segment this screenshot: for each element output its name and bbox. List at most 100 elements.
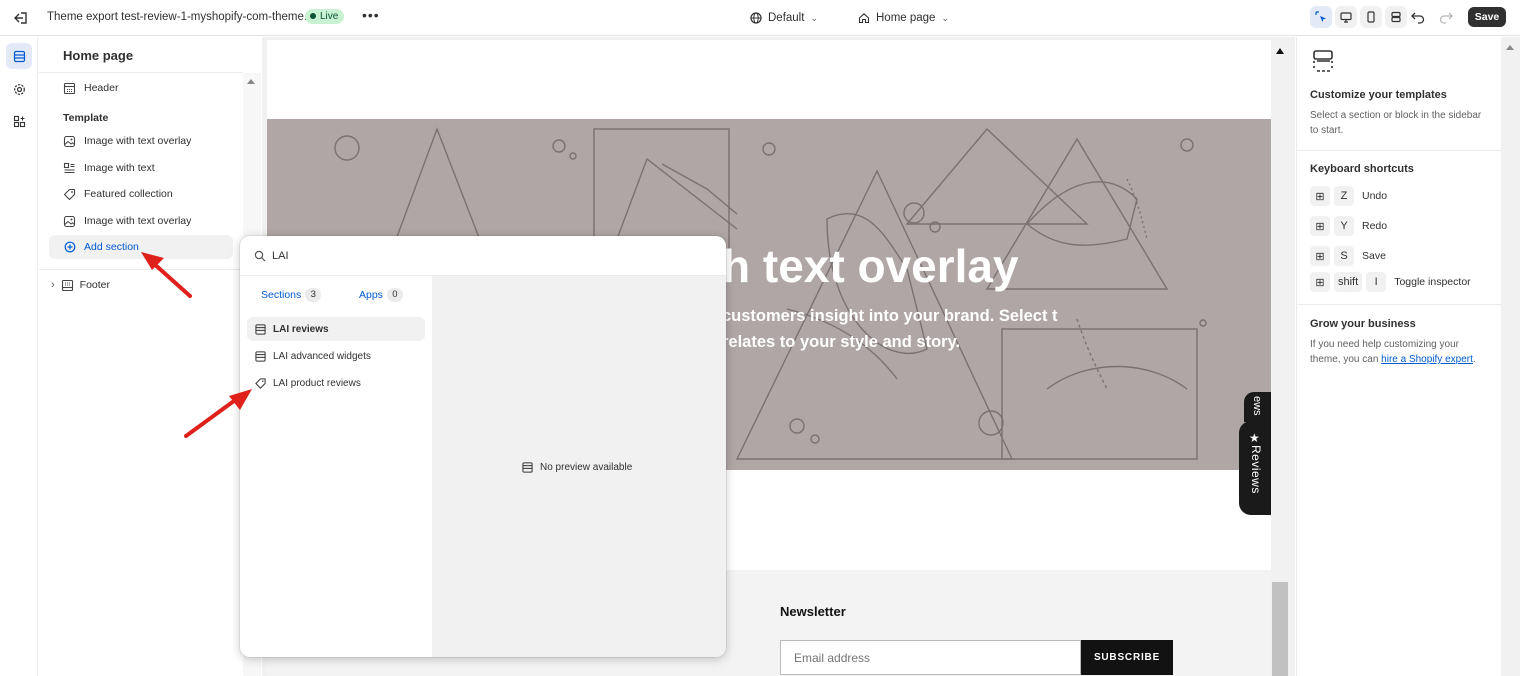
search-icon — [254, 250, 266, 262]
sidebar-item-image-with-text-overlay-2[interactable]: Image with text overlay — [63, 211, 191, 231]
tab-sections[interactable]: Sections 3 — [261, 288, 322, 302]
section-search — [240, 236, 726, 276]
inspector-heading: Customize your templates — [1310, 89, 1447, 101]
subscribe-button[interactable]: SUBSCRIBE — [1081, 640, 1173, 675]
tab-label: Sections — [261, 289, 302, 301]
rail-settings-button[interactable] — [6, 76, 32, 102]
inspector-scrollbar[interactable] — [1501, 37, 1520, 676]
undo-icon[interactable] — [1410, 9, 1426, 25]
divider — [1297, 304, 1502, 305]
sections-icon — [13, 50, 25, 62]
sidebar-item-image-with-text-overlay[interactable]: Image with text overlay — [63, 131, 191, 151]
scroll-up-arrow-icon[interactable] — [1506, 45, 1514, 50]
template-sections-icon — [1313, 50, 1333, 72]
sidebar-item-header[interactable]: Header — [63, 78, 118, 98]
section-icon — [255, 323, 266, 335]
no-preview-label: No preview available — [540, 462, 633, 473]
key-cmd-icon: ⊞ — [1310, 272, 1330, 292]
grow-heading: Grow your business — [1310, 318, 1416, 330]
sections-icon — [1391, 11, 1401, 23]
result-label: LAI product reviews — [273, 377, 361, 389]
live-badge: Live — [305, 9, 345, 24]
chevron-down-icon: ⌄ — [941, 12, 950, 23]
tag-icon — [63, 188, 76, 200]
reviews-tab-small-label: ews — [1251, 396, 1263, 416]
mobile-icon — [1367, 11, 1375, 23]
inspector-panel: Customize your templates Select a sectio… — [1296, 37, 1502, 676]
header-icon — [63, 82, 76, 94]
hire-expert-link[interactable]: hire a Shopify expert — [1381, 354, 1473, 365]
preview-scrollbar[interactable] — [1272, 40, 1290, 676]
count-badge: 3 — [305, 288, 322, 302]
chevron-right-icon[interactable]: › — [51, 279, 55, 291]
scroll-thumb[interactable] — [1272, 582, 1288, 676]
redo-icon[interactable] — [1438, 9, 1454, 25]
image-text-icon — [63, 162, 75, 173]
live-badge-label: Live — [320, 11, 339, 22]
mobile-view-button[interactable] — [1360, 6, 1382, 28]
exit-icon[interactable] — [12, 9, 30, 27]
shortcut-toggle-inspector: ⊞ shift I Toggle inspector — [1310, 272, 1471, 292]
key: S — [1334, 246, 1354, 266]
popover-tabs: Sections 3 Apps 0 — [240, 276, 432, 312]
reviews-tab-small[interactable]: ews — [1244, 392, 1271, 422]
key-cmd-icon: ⊞ — [1310, 216, 1330, 236]
cursor-select-icon — [1314, 10, 1326, 22]
tag-icon — [255, 377, 266, 389]
shortcut-undo: ⊞ Z Undo — [1310, 186, 1387, 206]
sidebar-item-label: Footer — [79, 279, 111, 291]
reviews-tab-label: Reviews — [1249, 445, 1263, 494]
key: Y — [1334, 216, 1354, 236]
newsletter-title: Newsletter — [780, 604, 846, 619]
sidebar-item-image-with-text[interactable]: Image with text — [63, 158, 155, 178]
more-actions-button[interactable]: ••• — [362, 7, 380, 23]
result-label: LAI advanced widgets — [273, 350, 371, 362]
theme-selector[interactable]: Default ⌄ — [750, 9, 818, 27]
fullscreen-view-button[interactable] — [1385, 6, 1407, 28]
section-preview-pane: No preview available — [432, 276, 726, 657]
key-cmd-icon: ⊞ — [1310, 186, 1330, 206]
sidebar-item-label: Featured collection — [84, 188, 173, 200]
page-selector-label: Home page — [876, 12, 936, 24]
sections-sidebar: Home page Header Template Image with tex… — [39, 37, 261, 676]
grow-text-end: . — [1472, 354, 1476, 365]
scroll-up-arrow-icon[interactable] — [1276, 48, 1284, 54]
reviews-tab[interactable]: ★ Reviews — [1239, 421, 1271, 515]
shortcut-save: ⊞ S Save — [1310, 246, 1386, 266]
sidebar-item-footer[interactable]: › Footer — [51, 275, 110, 295]
result-lai-reviews[interactable]: LAI reviews — [247, 317, 425, 341]
save-button[interactable]: Save — [1468, 7, 1506, 27]
page-selector[interactable]: Home page ⌄ — [858, 9, 949, 27]
image-overlay-icon — [63, 215, 76, 227]
theme-title: Theme export test-review-1-myshopify-com… — [47, 11, 314, 23]
tab-apps[interactable]: Apps 0 — [359, 288, 403, 302]
image-overlay-icon — [63, 135, 76, 147]
home-icon — [858, 13, 870, 24]
scroll-up-arrow-icon[interactable] — [247, 79, 255, 84]
desktop-view-button[interactable] — [1335, 6, 1357, 28]
top-bar: Theme export test-review-1-myshopify-com… — [0, 0, 1520, 36]
result-lai-product-reviews[interactable]: LAI product reviews — [247, 371, 425, 395]
gear-icon — [13, 83, 25, 95]
inspector-toggle-button[interactable] — [1310, 6, 1332, 28]
inspector-description: Select a section or block in the sidebar… — [1310, 110, 1482, 136]
add-section-label: Add section — [84, 241, 139, 253]
no-preview-message: No preview available — [522, 462, 632, 473]
sidebar-item-label: Image with text — [84, 162, 155, 174]
count-badge: 0 — [386, 288, 403, 302]
result-label: LAI reviews — [273, 323, 329, 335]
result-lai-advanced-widgets[interactable]: LAI advanced widgets — [247, 344, 425, 368]
email-field[interactable] — [780, 640, 1081, 675]
section-results-list: LAI reviews LAI advanced widgets LAI pro… — [240, 312, 432, 657]
chevron-down-icon: ⌄ — [810, 12, 818, 23]
grow-description: If you need help customizing your theme,… — [1310, 337, 1485, 367]
add-section-button[interactable]: Add section — [49, 235, 233, 259]
rail-sections-button[interactable] — [6, 43, 32, 69]
theme-selector-label: Default — [768, 12, 805, 24]
section-icon — [522, 462, 533, 473]
hero-subtitle: customers insight into your brand. Selec… — [722, 307, 1058, 351]
sidebar-item-featured-collection[interactable]: Featured collection — [63, 184, 173, 204]
rail-apps-button[interactable] — [6, 108, 32, 134]
search-input[interactable] — [272, 246, 572, 266]
template-label: Template — [63, 112, 109, 124]
